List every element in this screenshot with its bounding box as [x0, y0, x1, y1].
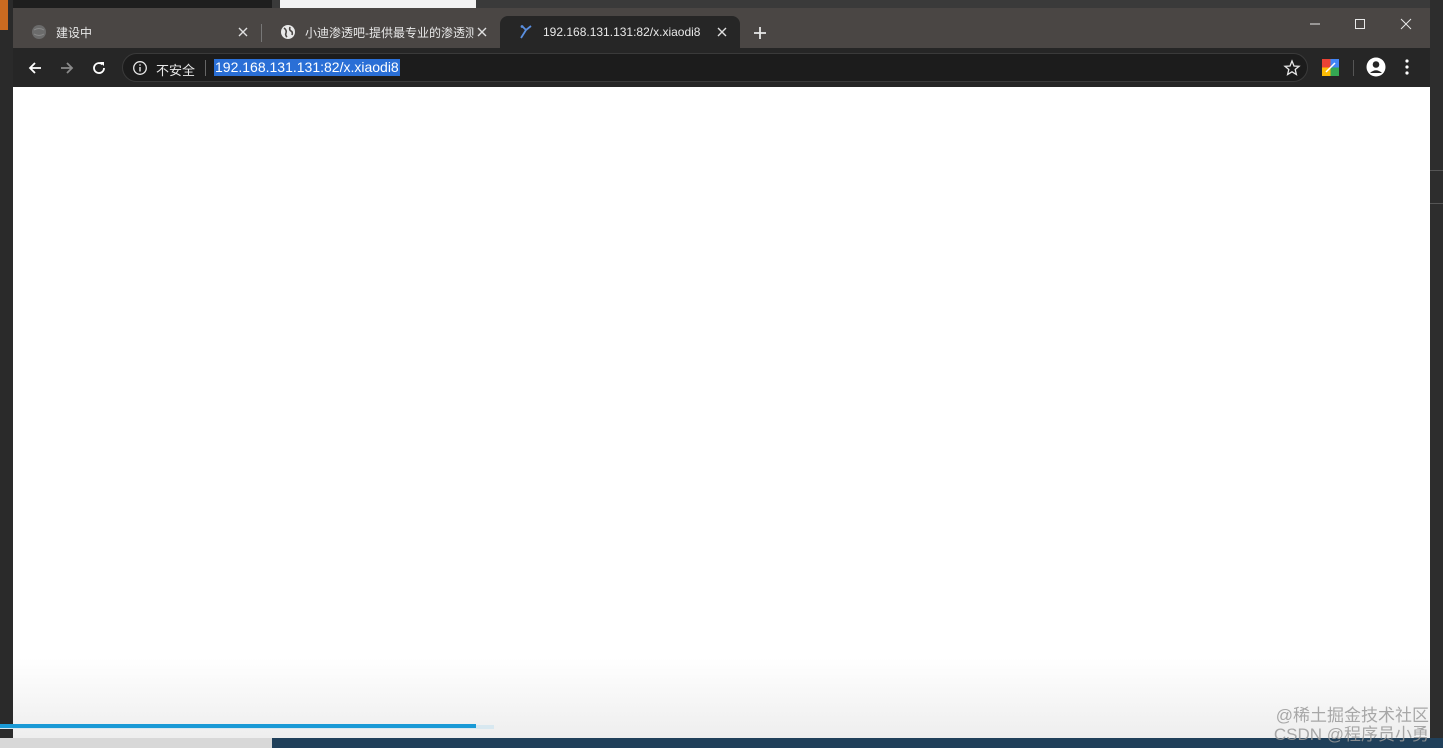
close-icon[interactable] — [714, 24, 730, 40]
arrow-right-icon — [61, 62, 74, 74]
globe-icon — [280, 24, 296, 40]
tab-active-url[interactable]: 192.168.131.131:82/x.xiaodi8 — [500, 16, 740, 48]
tab-construction[interactable]: 建设中 — [13, 16, 261, 48]
plus-icon — [754, 27, 766, 39]
tab-xiaodi[interactable]: 小迪渗透吧-提供最专业的渗透测 — [262, 16, 500, 48]
maximize-icon — [1355, 19, 1365, 29]
site-favicon — [518, 24, 534, 40]
browser-window: 建设中 小迪渗透吧-提供最专业的渗透测 192.168.131.131:82/x… — [13, 8, 1430, 738]
bookmark-star-icon[interactable] — [1283, 59, 1301, 77]
close-window-button[interactable] — [1383, 12, 1429, 36]
globe-gray-icon — [31, 24, 47, 40]
maximize-button[interactable] — [1337, 12, 1383, 36]
arrow-left-icon — [28, 62, 41, 74]
page-content — [13, 87, 1430, 738]
close-icon[interactable] — [235, 24, 251, 40]
forward-button[interactable] — [55, 56, 79, 80]
desktop-accent — [0, 0, 8, 30]
tab-title: 小迪渗透吧-提供最专业的渗透测 — [305, 25, 474, 40]
taskbar — [272, 738, 1443, 748]
minimize-icon — [1310, 23, 1320, 25]
page-load-progress-bar — [0, 724, 477, 728]
info-icon[interactable] — [132, 60, 148, 76]
close-icon — [1400, 18, 1412, 30]
address-bar[interactable]: 不安全 192.168.131.131:82/x.xiaodi8 — [122, 53, 1308, 82]
extension-icon[interactable] — [1322, 59, 1339, 76]
watermark-line: @稀土掘金技术社区 — [1275, 706, 1429, 725]
back-button[interactable] — [23, 56, 47, 80]
background-window-edge — [280, 0, 476, 8]
kebab-menu-icon[interactable] — [1399, 57, 1415, 77]
desktop-right-edge — [1430, 0, 1443, 748]
tab-strip: 建设中 小迪渗透吧-提供最专业的渗透测 192.168.131.131:82/x… — [13, 8, 1430, 48]
watermark: @稀土掘金技术社区 CSDN @程序员小勇 — [1274, 706, 1429, 744]
divider — [1430, 203, 1443, 204]
divider — [1430, 170, 1443, 171]
divider — [1353, 60, 1354, 76]
desktop-left-edge — [0, 0, 13, 748]
security-label[interactable]: 不安全 — [156, 60, 195, 79]
new-tab-button[interactable] — [750, 23, 770, 43]
tab-title: 192.168.131.131:82/x.xiaodi8 — [543, 25, 701, 39]
close-icon[interactable] — [474, 24, 490, 40]
desktop-bottom-left — [0, 738, 272, 748]
profile-avatar-icon[interactable] — [1366, 57, 1386, 77]
reload-button[interactable] — [87, 56, 111, 80]
minimize-button[interactable] — [1292, 12, 1338, 36]
url-text[interactable]: 192.168.131.131:82/x.xiaodi8 — [214, 59, 400, 76]
reload-icon — [93, 62, 105, 74]
divider — [205, 60, 206, 76]
tab-title: 建设中 — [56, 25, 93, 40]
watermark-line: CSDN @程序员小勇 — [1273, 725, 1429, 744]
browser-toolbar: 不安全 192.168.131.131:82/x.xiaodi8 — [13, 48, 1430, 87]
